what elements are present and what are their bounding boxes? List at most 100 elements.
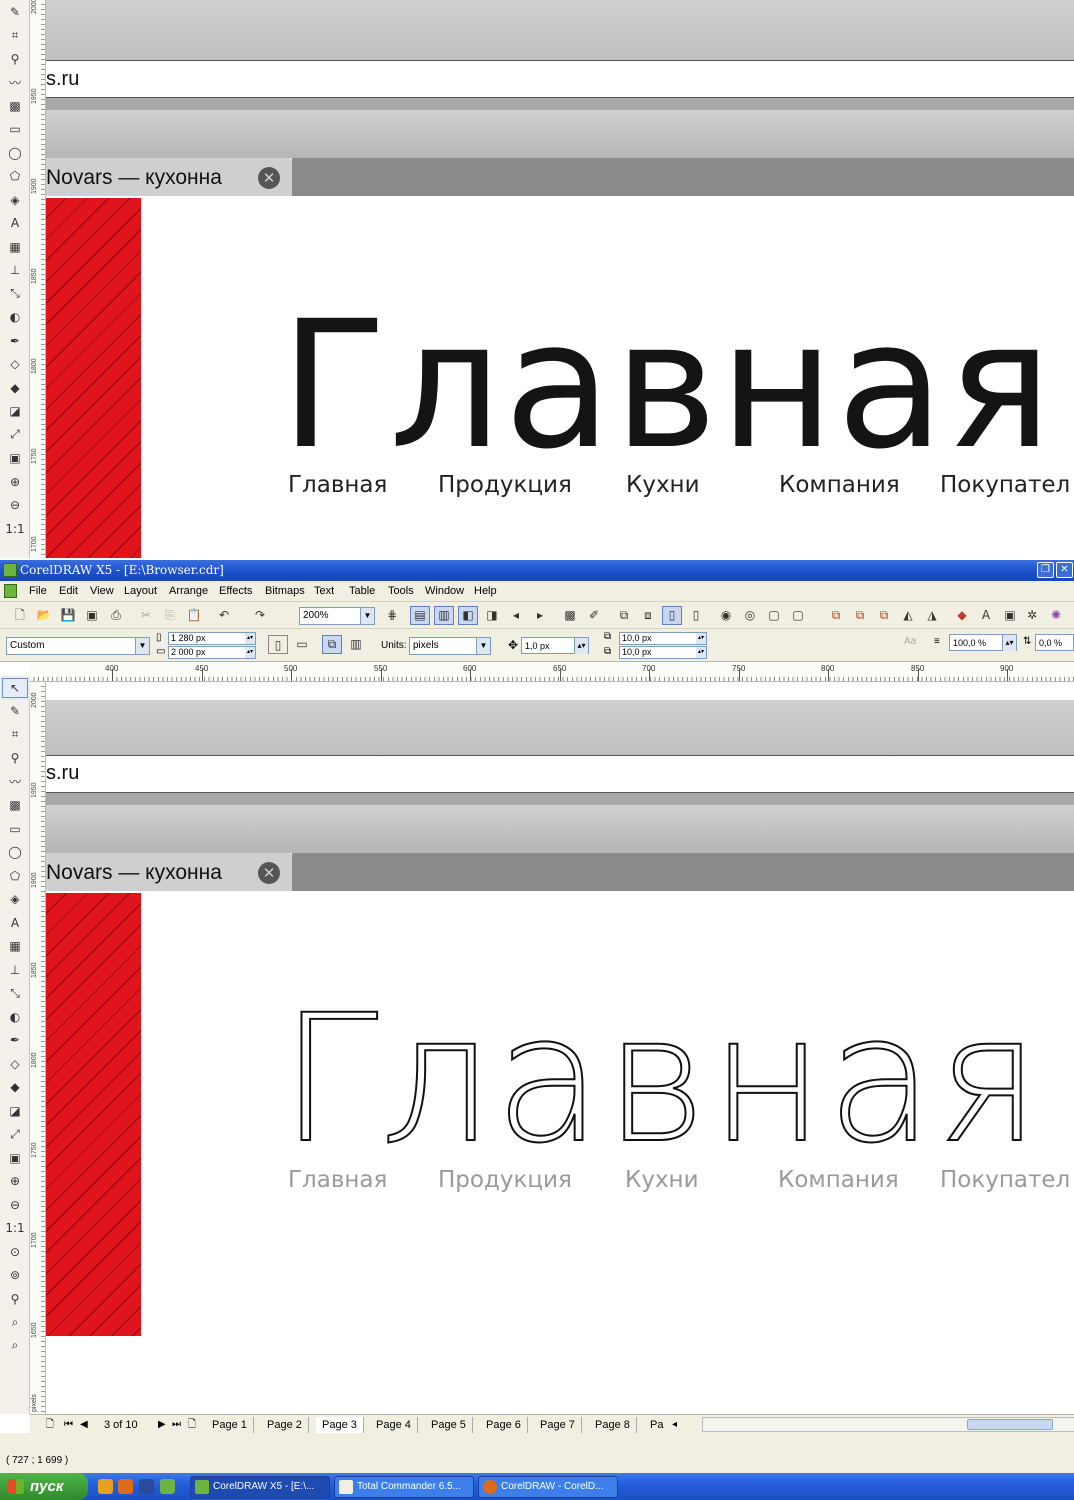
shape-tool-icon[interactable]: ✎	[0, 0, 30, 24]
page-tab-6[interactable]: Page 6	[480, 1417, 528, 1433]
page-tab-3[interactable]: Page 3	[316, 1417, 364, 1433]
menu-file[interactable]: File	[29, 585, 47, 597]
view-icon[interactable]: ◎	[740, 606, 760, 625]
intersect-icon[interactable]: ◭	[898, 606, 918, 625]
shape-tool-icon[interactable]: ✎	[0, 700, 30, 724]
page-tab-2[interactable]: Page 2	[261, 1417, 309, 1433]
trace-icon[interactable]: ✲	[1022, 606, 1042, 625]
add-page-icon[interactable]: 🗋	[46, 1417, 54, 1433]
options-icon[interactable]: ✐	[584, 606, 604, 625]
rectangle-tool-icon[interactable]: ▭	[0, 817, 30, 841]
next-icon[interactable]: ▸	[530, 606, 550, 625]
angle-field[interactable]: 0,0 %	[1035, 634, 1074, 651]
zoom-height-icon[interactable]: ⌕	[0, 1334, 30, 1358]
interactive-fill-icon[interactable]: ◪	[0, 400, 30, 424]
menu-arrange[interactable]: Arrange	[169, 585, 208, 597]
close-button[interactable]: ✕	[1056, 562, 1073, 578]
page-tab-8[interactable]: Page 8	[589, 1417, 637, 1433]
new-document-icon[interactable]: 🗋	[10, 606, 30, 625]
freehand-tool-icon[interactable]: 〰	[0, 71, 30, 95]
text-frame-icon[interactable]: A	[976, 606, 996, 625]
snap-icon[interactable]: ⤢	[0, 1123, 30, 1147]
dimension-tool-icon[interactable]: ⊥	[0, 259, 30, 283]
ellipse-tool-icon[interactable]: ◯	[0, 841, 30, 865]
text-tool-icon[interactable]: A	[0, 212, 30, 236]
smart-fill-icon[interactable]: ▩	[0, 94, 30, 118]
zoom-tool-icon[interactable]: ⚲	[0, 747, 30, 771]
task-coreldraw[interactable]: CorelDRAW X5 - [E:\...	[190, 1476, 330, 1498]
last-page-icon[interactable]: ⏭	[172, 1417, 181, 1433]
horizontal-ruler[interactable]: 400 450 500 550 600 650 700 750 800 850 …	[30, 662, 1074, 682]
landscape-icon[interactable]: ▭	[292, 635, 312, 654]
welcome-screen-icon[interactable]: ▩	[560, 606, 580, 625]
zoom-tool-icon[interactable]: ⚲	[0, 47, 30, 71]
quicklaunch-app-icon[interactable]	[160, 1479, 175, 1494]
eyedropper-icon[interactable]: ✒	[0, 329, 30, 353]
smart-fill-icon[interactable]: ▩	[0, 794, 30, 818]
restore-button[interactable]: ❐	[1037, 562, 1054, 578]
zoom-in-icon[interactable]: ⊕	[0, 1170, 30, 1194]
zoom-in-icon[interactable]: ⊕	[0, 470, 30, 494]
current-page-icon[interactable]: ▥	[346, 635, 366, 654]
color-styles-icon[interactable]: ✺	[1046, 606, 1066, 625]
units-select[interactable]: pixels ▼	[409, 637, 491, 655]
interactive-fill-icon[interactable]: ◪	[0, 1099, 30, 1123]
frame-alt-icon[interactable]: ▢	[788, 606, 808, 625]
save-all-icon[interactable]: ▣	[82, 606, 102, 625]
group-icon[interactable]: ⧉	[614, 606, 634, 625]
document-icon[interactable]	[4, 584, 17, 598]
freehand-tool-icon[interactable]: 〰	[0, 770, 30, 794]
save-icon[interactable]: 💾	[58, 606, 78, 625]
view-mode-1-icon[interactable]: ▤	[410, 606, 430, 625]
ellipse-tool-icon[interactable]: ◯	[0, 141, 30, 165]
menu-bitmaps[interactable]: Bitmaps	[265, 585, 305, 597]
menu-help[interactable]: Help	[474, 585, 497, 597]
polygon-tool-icon[interactable]: ⬠	[0, 165, 30, 189]
zoom-all-icon[interactable]: ⊚	[0, 1264, 30, 1288]
duplicate-y-field[interactable]: 10,0 px ▴▾	[619, 646, 707, 659]
crop-tool-icon[interactable]: ⌗	[0, 24, 30, 48]
page-alt-icon[interactable]: ▯	[686, 606, 706, 625]
prev-page-icon[interactable]: ◀	[80, 1417, 88, 1433]
page-preset-select[interactable]: Custom ▼	[6, 637, 150, 655]
open-icon[interactable]: 📂	[34, 606, 54, 625]
nudge-field[interactable]: 1,0 px ▴▾	[521, 637, 589, 654]
task-firefox[interactable]: CorelDRAW - CorelD...	[478, 1476, 618, 1498]
simplify-icon[interactable]: ◮	[922, 606, 942, 625]
menu-tools[interactable]: Tools	[388, 585, 414, 597]
crop-tool-icon[interactable]: ⌗	[0, 723, 30, 747]
quicklaunch-browser-icon[interactable]	[98, 1479, 113, 1494]
page-tab-5[interactable]: Page 5	[425, 1417, 473, 1433]
table-tool-icon[interactable]: ▦	[0, 935, 30, 959]
first-page-icon[interactable]: ⏮	[64, 1417, 73, 1433]
snap-to-icon[interactable]: ⋕	[382, 606, 402, 625]
pick-tool-icon[interactable]: ↖	[0, 676, 30, 700]
horizontal-scrollbar[interactable]	[702, 1417, 1074, 1432]
task-total-commander[interactable]: Total Commander 6.5...	[334, 1476, 474, 1498]
quicklaunch-save-icon[interactable]	[139, 1479, 154, 1494]
zoom-page-icon[interactable]: ⚲	[0, 1287, 30, 1311]
polygon-tool-icon[interactable]: ⬠	[0, 864, 30, 888]
paste-icon[interactable]: 📋	[184, 606, 204, 625]
menu-view[interactable]: View	[90, 585, 114, 597]
next-page-icon[interactable]: ▶	[158, 1417, 166, 1433]
zoom-one-to-one-icon[interactable]: 1:1	[0, 1217, 30, 1241]
ungroup-icon[interactable]: ⧈	[638, 606, 658, 625]
window-titlebar[interactable]: CorelDRAW X5 - [E:\Browser.cdr] ❐ ✕	[0, 560, 1074, 581]
zoom-out-icon[interactable]: ⊖	[0, 494, 30, 518]
blend-tool-icon[interactable]: ◐	[0, 1005, 30, 1029]
scale-field[interactable]: 100,0 % ▴▾	[949, 634, 1017, 651]
page-width-field[interactable]: 1 280 px ▴▾	[168, 632, 256, 645]
scroll-left-icon[interactable]: ◂	[672, 1417, 677, 1433]
lock-icon[interactable]: ▣	[0, 447, 30, 471]
text-tool-icon[interactable]: A	[0, 911, 30, 935]
view-mode-4-icon[interactable]: ◨	[482, 606, 502, 625]
blend-tool-icon[interactable]: ◐	[0, 306, 30, 330]
menu-window[interactable]: Window	[425, 585, 464, 597]
scrollbar-thumb[interactable]	[967, 1419, 1053, 1430]
undo-icon[interactable]: ↶	[214, 606, 234, 625]
outline-tool-icon[interactable]: ◇	[0, 1052, 30, 1076]
redo-icon[interactable]: ↷	[250, 606, 270, 625]
basic-shapes-icon[interactable]: ◈	[0, 888, 30, 912]
print-icon[interactable]: ⎙	[106, 606, 126, 625]
